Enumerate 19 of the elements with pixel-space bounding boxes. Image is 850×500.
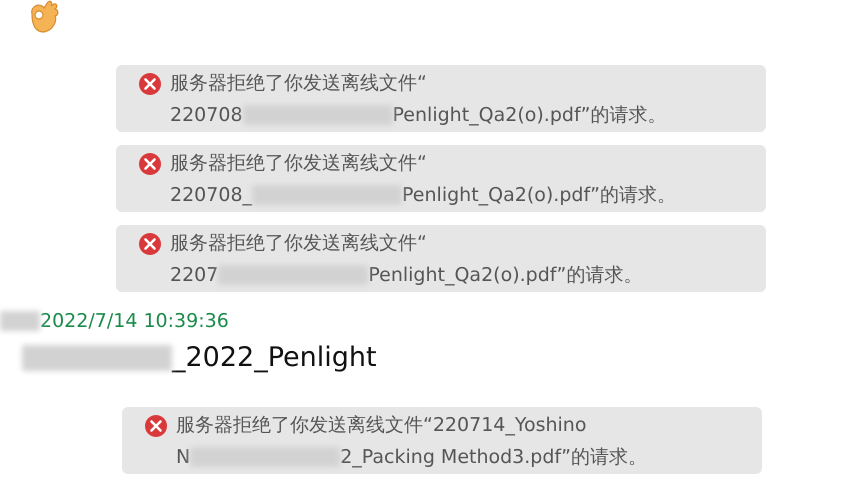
error-icon	[144, 414, 168, 438]
notice-text: 服务器拒绝了你发送离线文件“220714_Yoshino	[176, 413, 586, 438]
message-time: 2022/7/14 10:39:36	[40, 310, 229, 332]
notice-text: 服务器拒绝了你发送离线文件“	[170, 151, 427, 176]
notice-text: 2207	[170, 263, 218, 288]
error-icon	[138, 232, 162, 256]
notice-text: Penlight_Qa2(o).pdf”的请求。	[392, 103, 666, 128]
message-text: _2022_Penlight	[172, 342, 377, 373]
error-icon	[138, 72, 162, 96]
notice-text: 220708	[170, 103, 243, 128]
notice-text: 服务器拒绝了你发送离线文件“	[170, 71, 427, 96]
error-icon	[138, 152, 162, 176]
notice-text: Penlight_Qa2(o).pdf”的请求。	[402, 183, 676, 208]
notice-text: 2_Packing Method3.pdf”的请求。	[340, 445, 647, 470]
notice-text: 服务器拒绝了你发送离线文件“	[170, 231, 427, 256]
notice-text: Penlight_Qa2(o).pdf”的请求。	[368, 263, 642, 288]
notice-text: N	[176, 445, 190, 470]
notice-text: 220708_	[170, 183, 252, 208]
blurred-text	[0, 311, 40, 331]
